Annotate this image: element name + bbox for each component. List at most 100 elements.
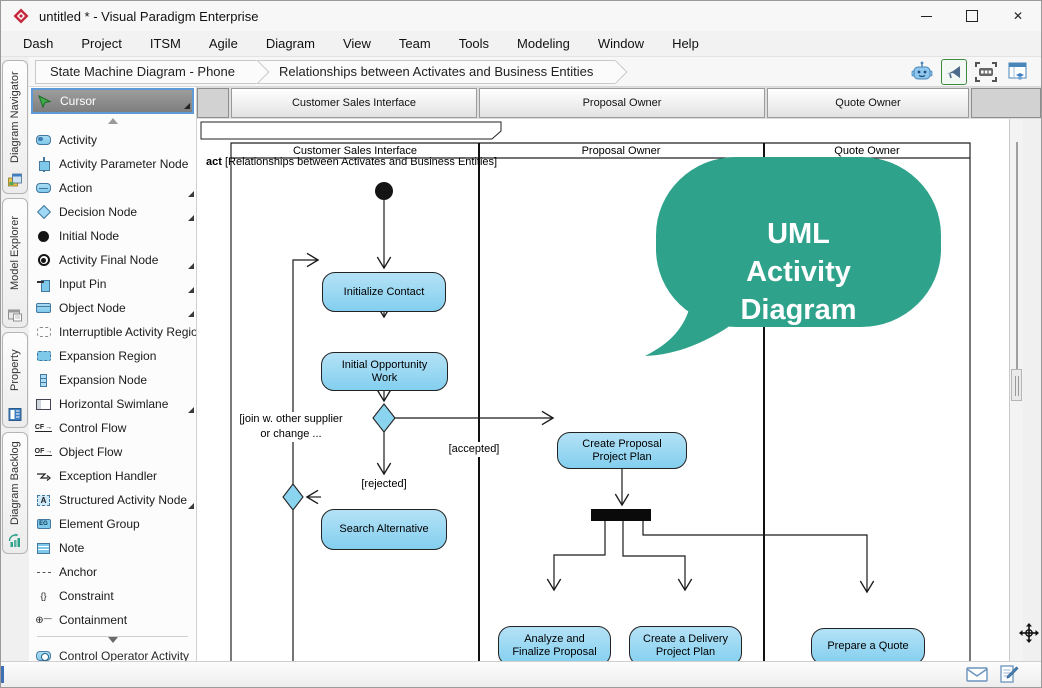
node-search-alternative[interactable]: Search Alternative xyxy=(321,509,447,550)
submenu-corner-icon xyxy=(188,407,194,413)
menu-item-team[interactable]: Team xyxy=(385,32,445,55)
property-icon xyxy=(8,407,23,422)
menu-item-diagram[interactable]: Diagram xyxy=(252,32,329,55)
announcement-button[interactable] xyxy=(941,59,967,85)
node-prepare-a-quote[interactable]: Prepare a Quote xyxy=(811,628,925,661)
node-create-proposal-project-plan[interactable]: Create Proposal Project Plan xyxy=(557,432,687,469)
edge-label-rejected[interactable]: [rejected] xyxy=(354,477,414,492)
palette-scroll-down[interactable] xyxy=(108,643,118,658)
lane-header-quote-owner[interactable]: Quote Owner xyxy=(834,145,900,157)
edge-fork-to-delivery[interactable] xyxy=(623,521,685,589)
palette-item-input-pin[interactable]: Input Pin xyxy=(29,272,196,296)
menu-item-window[interactable]: Window xyxy=(584,32,658,55)
edge-merge-to-initialize-contact[interactable] xyxy=(293,260,317,484)
merge-node[interactable] xyxy=(283,484,303,510)
sidebar-tab-model-explorer[interactable]: Model Explorer xyxy=(2,198,28,328)
palette-item-label: Cursor xyxy=(60,94,96,108)
maximize-button[interactable] xyxy=(949,1,995,31)
decision-node[interactable] xyxy=(373,404,395,432)
node-initialize-contact[interactable]: Initialize Contact xyxy=(322,272,446,312)
menu-item-project[interactable]: Project xyxy=(67,32,135,55)
scrollbar-thumb[interactable] xyxy=(1016,142,1018,380)
initial-node[interactable] xyxy=(375,182,393,200)
breadcrumb-item-parent-diagram[interactable]: State Machine Diagram - Phone xyxy=(35,60,257,84)
palette-item-object-flow[interactable]: OFObject Flow xyxy=(29,440,196,464)
messages-button[interactable] xyxy=(965,664,989,684)
node-initial-opportunity-work[interactable]: Initial Opportunity Work xyxy=(321,352,448,391)
palette-item-exception-handler[interactable]: Exception Handler xyxy=(29,464,196,488)
panel-splitter-grip[interactable] xyxy=(1011,369,1022,401)
menu-item-agile[interactable]: Agile xyxy=(195,32,252,55)
palette-item-initial-node[interactable]: Initial Node xyxy=(29,224,196,248)
palette-item-interruptible-activity-region[interactable]: Interruptible Activity Region xyxy=(29,320,196,344)
vertical-scrollbar[interactable] xyxy=(1009,119,1023,661)
fork-bar[interactable] xyxy=(591,509,651,521)
sticky-header-corner-right[interactable] xyxy=(971,88,1041,118)
palette-item-control-flow[interactable]: CFControl Flow xyxy=(29,416,196,440)
minimize-button[interactable] xyxy=(903,1,949,31)
sidebar-tab-diagram-backlog[interactable]: Diagram Backlog xyxy=(2,432,28,554)
edge-label-accepted[interactable]: [accepted] xyxy=(445,442,503,457)
status-left-accent xyxy=(1,666,4,683)
palette-item-horizontal-swimlane[interactable]: Horizontal Swimlane xyxy=(29,392,196,416)
callout-text[interactable]: UML Activity Diagram xyxy=(656,215,941,329)
activity-icon xyxy=(36,135,51,145)
action-icon xyxy=(36,183,51,193)
palette-item-structured-activity-node[interactable]: AStructured Activity Node xyxy=(29,488,196,512)
pan-mode-icon[interactable] xyxy=(1019,623,1039,643)
selection-frame-button[interactable] xyxy=(973,59,999,85)
control-flow-icon: CF xyxy=(35,421,52,436)
sticky-header-customer-sales-interface[interactable]: Customer Sales Interface xyxy=(231,88,477,118)
sticky-header-quote-owner[interactable]: Quote Owner xyxy=(767,88,969,118)
megaphone-icon xyxy=(944,62,964,82)
status-bar xyxy=(1,661,1041,687)
palette-item-expansion-node[interactable]: Expansion Node xyxy=(29,368,196,392)
input-pin-icon xyxy=(37,278,51,291)
diagram-canvas[interactable]: Customer Sales Interface Proposal Owner … xyxy=(197,119,1009,661)
palette-item-activity-final-node[interactable]: Activity Final Node xyxy=(29,248,196,272)
sidebar-tab-property[interactable]: Property xyxy=(2,332,28,428)
palette-item-activity-parameter-node[interactable]: Activity Parameter Node xyxy=(29,152,196,176)
palette-item-anchor[interactable]: Anchor xyxy=(29,560,196,584)
constraint-icon: {} xyxy=(35,589,52,604)
edge-fork-to-analyze[interactable] xyxy=(554,521,605,589)
palette-item-expansion-region[interactable]: Expansion Region xyxy=(29,344,196,368)
robot-icon xyxy=(910,60,934,84)
menu-item-itsm[interactable]: ITSM xyxy=(136,32,195,55)
palette-item-decision-node[interactable]: Decision Node xyxy=(29,200,196,224)
edge-label-join[interactable]: [join w. other supplier or change ... xyxy=(238,412,344,442)
palette-item-action[interactable]: Action xyxy=(29,176,196,200)
palette-item-object-node[interactable]: Object Node xyxy=(29,296,196,320)
title-bar: untitled * - Visual Paradigm Enterprise xyxy=(1,1,1041,31)
document-edit-icon xyxy=(999,664,1019,684)
lane-header-proposal-owner[interactable]: Proposal Owner xyxy=(582,145,661,157)
sticky-header-proposal-owner[interactable]: Proposal Owner xyxy=(479,88,765,118)
palette-item-note[interactable]: Note xyxy=(29,536,196,560)
palette-item-activity[interactable]: Activity xyxy=(29,128,196,152)
sidebar-tab-diagram-navigator[interactable]: Diagram Navigator xyxy=(2,60,28,194)
assistant-robot-button[interactable] xyxy=(909,59,935,85)
horizontal-swimlane-icon xyxy=(36,399,51,410)
palette-item-element-group[interactable]: EGElement Group xyxy=(29,512,196,536)
callout-line: Diagram xyxy=(656,291,941,329)
sticky-header-corner[interactable] xyxy=(197,88,229,118)
edit-log-button[interactable] xyxy=(997,664,1021,684)
close-button[interactable] xyxy=(995,1,1041,31)
palette-item-cursor[interactable]: Cursor xyxy=(31,88,194,114)
menu-item-view[interactable]: View xyxy=(329,32,385,55)
breadcrumb-item-current-diagram[interactable]: Relationships between Activates and Busi… xyxy=(257,60,615,84)
menu-item-dash[interactable]: Dash xyxy=(9,32,67,55)
node-create-a-delivery-project-plan[interactable]: Create a Delivery Project Plan xyxy=(629,626,742,661)
object-flow-icon: OF xyxy=(35,445,52,460)
palette-item-containment[interactable]: ⊕Containment xyxy=(29,608,196,632)
activity-parameter-node-icon xyxy=(36,157,51,172)
menu-item-modeling[interactable]: Modeling xyxy=(503,32,584,55)
palette-item-constraint[interactable]: {}Constraint xyxy=(29,584,196,608)
menu-item-tools[interactable]: Tools xyxy=(445,32,503,55)
node-analyze-and-finalize-proposal[interactable]: Analyze and Finalize Proposal xyxy=(498,626,611,661)
scroll-down-icon xyxy=(108,637,118,658)
palette-scroll-up[interactable] xyxy=(29,114,196,128)
menu-item-help[interactable]: Help xyxy=(658,32,713,55)
diagram-overview-button[interactable] xyxy=(1005,59,1031,85)
sidebar-tab-label: Property xyxy=(3,339,27,401)
